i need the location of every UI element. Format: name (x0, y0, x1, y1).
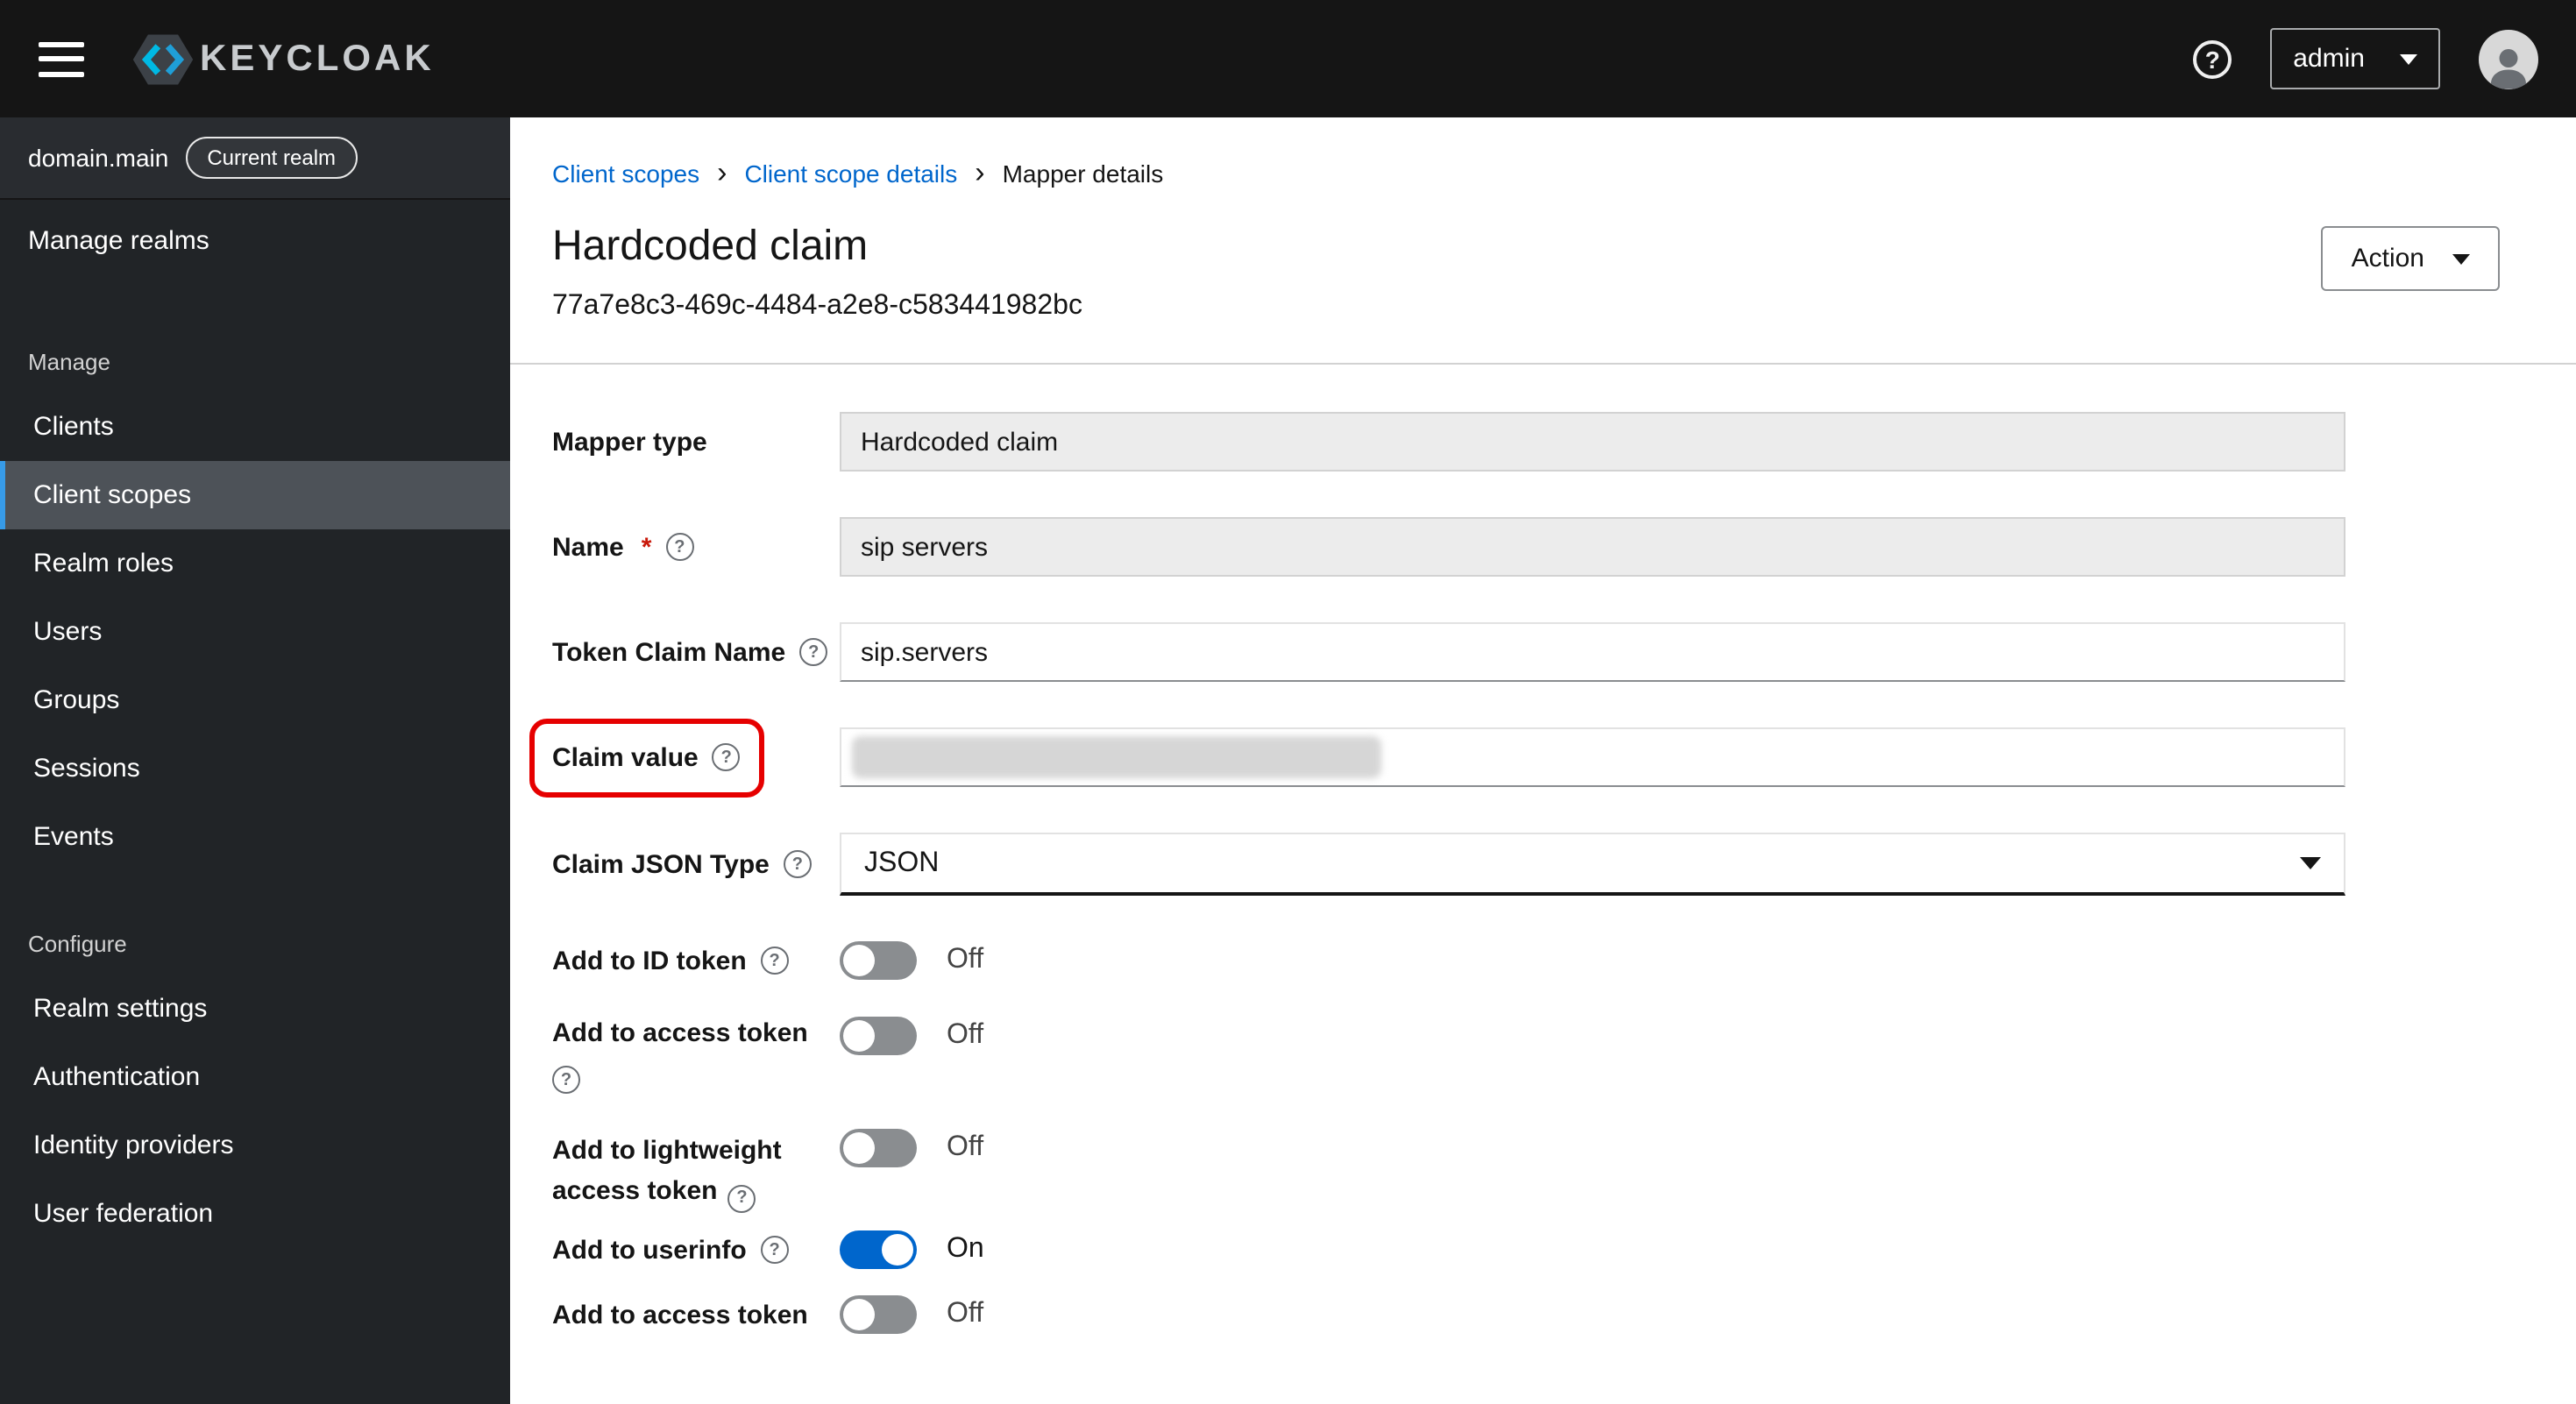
claim-value-input[interactable] (840, 727, 2345, 787)
add-to-access-token-bottom-label: Add to access token (552, 1300, 808, 1330)
add-to-access-token-help-icon[interactable] (552, 1066, 580, 1094)
token-claim-name-help-icon[interactable] (799, 638, 828, 666)
sidebar-nav: domain.main Current realm Manage realms … (0, 117, 510, 1404)
add-to-access-token-toggle[interactable] (840, 1017, 917, 1055)
toggle-state-label: Off (947, 1299, 984, 1329)
help-icon[interactable] (2193, 39, 2232, 78)
keycloak-logo-icon (130, 25, 196, 92)
breadcrumb-separator-icon (975, 158, 984, 188)
main-content: Client scopes Client scope details Mappe… (510, 117, 2576, 1404)
action-dropdown-label: Action (2351, 244, 2424, 273)
realm-selector[interactable]: domain.main Current realm (0, 117, 510, 200)
chevron-down-icon (2300, 857, 2321, 869)
claim-json-type-label: Claim JSON Type (552, 849, 770, 879)
sidebar-item-user-federation[interactable]: User federation (0, 1180, 510, 1248)
page-title: Hardcoded claim (552, 223, 869, 270)
add-to-id-token-help-icon[interactable] (760, 947, 789, 975)
add-to-access-token-row: Add to access token Off (552, 1006, 2535, 1094)
add-to-access-token-bottom-row: Add to access token Off (552, 1295, 2535, 1334)
sidebar-section-manage: Manage (28, 349, 110, 375)
mapper-type-input[interactable] (840, 412, 2345, 472)
chevron-down-icon (2452, 253, 2470, 264)
realm-name: domain.main (28, 144, 169, 172)
brand-text: KEYCLOAK (200, 38, 435, 78)
toggle-state-label: Off (947, 1132, 984, 1162)
mapper-type-label: Mapper type (552, 427, 707, 457)
sidebar-item-clients[interactable]: Clients (0, 393, 510, 461)
breadcrumb-client-scopes[interactable]: Client scopes (552, 159, 699, 187)
keycloak-logo[interactable]: KEYCLOAK (130, 25, 435, 92)
claim-json-type-value: JSON (864, 847, 940, 877)
claim-json-type-help-icon[interactable] (783, 850, 812, 878)
add-to-lightweight-access-token-toggle[interactable] (840, 1129, 917, 1167)
add-to-userinfo-row: Add to userinfo On (552, 1230, 2535, 1269)
claim-value-label: Claim value (552, 742, 699, 772)
add-to-id-token-label: Add to ID token (552, 946, 747, 975)
breadcrumb: Client scopes Client scope details Mappe… (510, 117, 2576, 188)
token-claim-name-input[interactable] (840, 622, 2345, 682)
add-to-id-token-row: Add to ID token Off (552, 941, 2535, 980)
name-label: Name (552, 532, 624, 562)
keycloak-admin-console: KEYCLOAK admin domain.main Current realm (0, 0, 2576, 1404)
avatar[interactable] (2479, 29, 2538, 89)
add-to-userinfo-toggle[interactable] (840, 1230, 917, 1269)
token-claim-name-label: Token Claim Name (552, 637, 786, 667)
required-marker: * (641, 532, 652, 562)
toggle-state-label: Off (947, 945, 984, 975)
claim-value-help-icon[interactable] (712, 743, 741, 771)
sidebar-item-sessions[interactable]: Sessions (0, 734, 510, 803)
sidebar-item-groups[interactable]: Groups (0, 666, 510, 734)
top-header-bar: KEYCLOAK admin (0, 0, 2576, 117)
sidebar-item-realm-roles[interactable]: Realm roles (0, 529, 510, 598)
sidebar-section-configure: Configure (28, 931, 127, 957)
add-to-userinfo-label: Add to userinfo (552, 1235, 747, 1265)
hamburger-menu-icon[interactable] (39, 41, 84, 76)
sidebar-item-events[interactable]: Events (0, 803, 510, 871)
claim-value-row: Claim value (529, 718, 2535, 797)
sidebar-item-identity-providers[interactable]: Identity providers (0, 1111, 510, 1180)
toggle-state-label: Off (947, 1020, 984, 1050)
breadcrumb-separator-icon (717, 158, 727, 188)
mapper-id: 77a7e8c3-469c-4484-a2e8-c583441982bc (552, 291, 1082, 321)
breadcrumb-client-scope-details[interactable]: Client scope details (744, 159, 957, 187)
add-to-lightweight-access-token-help-icon[interactable] (727, 1185, 756, 1213)
name-input[interactable] (840, 517, 2345, 577)
add-to-userinfo-help-icon[interactable] (760, 1236, 789, 1264)
sidebar-item-manage-realms[interactable]: Manage realms (0, 200, 510, 282)
redacted-value (852, 736, 1381, 778)
mapper-type-row: Mapper type (552, 412, 2535, 472)
breadcrumb-current: Mapper details (1002, 159, 1164, 187)
claim-json-type-row: Claim JSON Type JSON (552, 833, 2535, 896)
claim-json-type-select[interactable]: JSON (840, 833, 2345, 896)
add-to-id-token-toggle[interactable] (840, 941, 917, 980)
name-help-icon[interactable] (665, 533, 694, 561)
action-dropdown-button[interactable]: Action (2321, 226, 2500, 291)
sidebar-item-authentication[interactable]: Authentication (0, 1043, 510, 1111)
chevron-down-icon (2400, 53, 2417, 64)
add-to-lightweight-access-token-row: Add to lightweight access token Off (552, 1118, 2535, 1213)
add-to-access-token-label: Add to access token (552, 1018, 808, 1048)
user-menu-dropdown[interactable]: admin (2270, 28, 2440, 89)
token-claim-name-row: Token Claim Name (552, 622, 2535, 682)
mapper-details-form: Mapper type Name * (510, 365, 2576, 1360)
sidebar-item-users[interactable]: Users (0, 598, 510, 666)
sidebar-item-realm-settings[interactable]: Realm settings (0, 975, 510, 1043)
name-row: Name * (552, 517, 2535, 577)
current-realm-badge: Current realm (186, 137, 358, 179)
add-to-access-token-bottom-toggle[interactable] (840, 1295, 917, 1334)
user-menu-label: admin (2293, 44, 2365, 74)
toggle-state-label: On (947, 1234, 984, 1264)
sidebar-item-client-scopes[interactable]: Client scopes (0, 461, 510, 529)
